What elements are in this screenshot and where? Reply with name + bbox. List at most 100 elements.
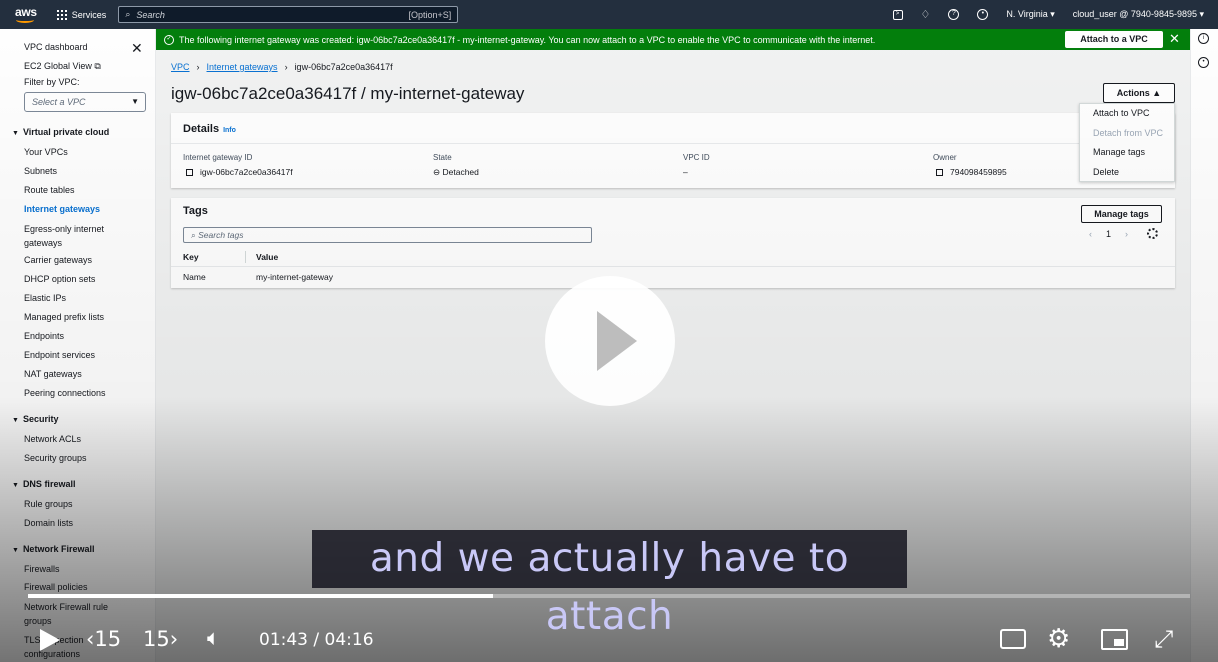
sidebar-item[interactable]: Egress-only internet gateways	[24, 222, 124, 250]
sidebar-item[interactable]: Domain lists	[24, 518, 73, 528]
chevron-right-icon: ›	[196, 62, 200, 72]
sidebar-item[interactable]: DHCP option sets	[24, 274, 95, 284]
menu-item-manage-tags[interactable]: Manage tags	[1080, 143, 1174, 163]
gateway-id-value: igw-06bc7a2ce0a36417f	[186, 167, 293, 177]
play-button[interactable]	[40, 629, 60, 651]
sidebar-item[interactable]: Elastic IPs	[24, 293, 66, 303]
grid-icon	[56, 9, 67, 20]
sidebar-item[interactable]: NAT gateways	[24, 369, 82, 379]
sidebar-item[interactable]: Route tables	[24, 185, 75, 195]
breadcrumb-current: igw-06bc7a2ce0a36417f	[294, 62, 393, 72]
play-icon[interactable]	[545, 276, 675, 406]
skip-forward-button[interactable]: 15›	[143, 627, 178, 651]
settings-icon[interactable]: •	[1198, 57, 1209, 68]
state-value: ⊖ Detached	[433, 167, 479, 178]
preferences-gear-icon[interactable]	[1147, 228, 1158, 239]
fullscreen-icon[interactable]: ⤢	[1154, 625, 1173, 653]
actions-menu: Attach to VPC Detach from VPC Manage tag…	[1079, 103, 1175, 182]
field-value: 794098459895	[950, 167, 1007, 177]
section-security[interactable]: Security	[12, 414, 59, 424]
sidebar-item[interactable]: Endpoint services	[24, 350, 95, 360]
sidebar-item-ec2-global-view[interactable]: EC2 Global View ⧉	[24, 61, 101, 72]
copy-icon[interactable]	[186, 169, 193, 176]
sidebar-item-internet-gateways[interactable]: Internet gateways	[24, 204, 100, 214]
account-menu[interactable]: cloud_user @ 7940-9845-9895 ▾	[1073, 9, 1204, 20]
sidebar-item[interactable]: Firewalls	[24, 564, 60, 574]
search-placeholder: Search tags	[198, 230, 244, 240]
video-progress-fill	[28, 594, 493, 598]
settings-gear-icon[interactable]: ⚙	[1047, 624, 1070, 654]
sidebar-item[interactable]: Your VPCs	[24, 147, 68, 157]
sidebar-item[interactable]: Peering connections	[24, 388, 106, 398]
table-cell-value: my-internet-gateway	[256, 272, 334, 282]
picture-in-picture-icon[interactable]	[1101, 629, 1128, 650]
sidebar-item[interactable]: Endpoints	[24, 331, 64, 341]
external-link-icon: ⧉	[94, 61, 101, 71]
page-title: igw-06bc7a2ce0a36417f / my-internet-gate…	[171, 84, 525, 103]
sidebar: ✕ VPC dashboard EC2 Global View ⧉ Filter…	[0, 29, 156, 662]
detached-icon: ⊖	[433, 167, 441, 177]
right-utility-panel: i •	[1190, 29, 1218, 662]
breadcrumb-vpc[interactable]: VPC	[171, 62, 190, 72]
check-circle-icon: ✓	[164, 34, 174, 45]
section-network-firewall[interactable]: Network Firewall	[12, 544, 95, 554]
aws-logo[interactable]: aws	[15, 5, 37, 25]
section-dns-firewall[interactable]: DNS firewall	[12, 479, 76, 489]
skip-back-button[interactable]: ‹15	[86, 627, 121, 651]
search-icon: ⌕	[125, 9, 131, 19]
banner-message: The following internet gateway was creat…	[179, 34, 876, 45]
cloudshell-icon[interactable]: >	[892, 9, 903, 20]
column-header-value: Value	[256, 252, 279, 262]
field-label: Internet gateway ID	[183, 153, 253, 162]
breadcrumb-internet-gateways[interactable]: Internet gateways	[207, 62, 278, 72]
search-input[interactable]: ⌕ Search [Option+S]	[118, 6, 459, 23]
menu-item-attach-to-vpc[interactable]: Attach to VPC	[1080, 104, 1174, 124]
column-header-key: Key	[183, 252, 199, 262]
sidebar-item[interactable]: Network ACLs	[24, 434, 81, 444]
tags-search-input[interactable]: ⌕ Search tags	[183, 227, 592, 243]
copy-icon[interactable]	[936, 169, 943, 176]
section-virtual-private-cloud[interactable]: Virtual private cloud	[12, 127, 109, 137]
info-link[interactable]: Info	[223, 127, 236, 134]
field-value: Detached	[442, 167, 479, 177]
services-label: Services	[71, 9, 107, 20]
sidebar-item[interactable]: Subnets	[24, 166, 57, 176]
attach-to-vpc-button[interactable]: Attach to a VPC	[1065, 31, 1163, 48]
help-icon[interactable]: ?	[948, 9, 960, 20]
details-title: Details Info	[183, 123, 236, 135]
sidebar-item[interactable]: Rule groups	[24, 499, 73, 509]
services-menu[interactable]: Services	[56, 9, 107, 20]
filter-label: Filter by VPC:	[24, 77, 80, 87]
sidebar-item[interactable]: Firewall policies	[24, 582, 88, 592]
field-label: State	[433, 153, 452, 162]
search-icon: ⌕	[191, 230, 196, 240]
bell-icon[interactable]: ♢	[921, 8, 931, 21]
field-label: VPC ID	[683, 153, 710, 162]
sidebar-item[interactable]: Network Firewall rule groups	[24, 600, 124, 628]
close-icon[interactable]: ✕	[131, 40, 143, 57]
info-icon[interactable]: i	[1198, 33, 1209, 44]
close-icon[interactable]: ✕	[1169, 31, 1180, 47]
chevron-left-icon[interactable]: ‹	[1089, 229, 1092, 239]
gear-icon[interactable]: •	[977, 9, 989, 20]
sidebar-item[interactable]: Security groups	[24, 453, 87, 463]
vpc-filter-select[interactable]: Select a VPC	[24, 92, 146, 112]
subtitles-icon[interactable]	[1000, 629, 1026, 649]
sidebar-item-vpc-dashboard[interactable]: VPC dashboard	[24, 42, 88, 52]
video-progress-bar[interactable]	[28, 594, 1190, 598]
chevron-right-icon[interactable]: ›	[1125, 229, 1128, 239]
field-label: Owner	[933, 153, 957, 162]
menu-item-delete[interactable]: Delete	[1080, 163, 1174, 183]
volume-icon[interactable]: 🔈︎	[207, 626, 220, 651]
vpc-id-value: –	[683, 167, 688, 177]
actions-button[interactable]: Actions ▲	[1103, 83, 1175, 103]
sidebar-item[interactable]: Carrier gateways	[24, 255, 92, 265]
video-time: 01:43 / 04:16	[259, 630, 374, 650]
search-placeholder: Search	[136, 9, 165, 20]
region-selector[interactable]: N. Virginia ▾	[1006, 9, 1054, 20]
page-number[interactable]: 1	[1106, 229, 1111, 239]
sidebar-item[interactable]: Managed prefix lists	[24, 312, 104, 322]
manage-tags-button[interactable]: Manage tags	[1081, 205, 1162, 223]
success-banner: ✓ The following internet gateway was cre…	[156, 29, 1190, 50]
top-navigation: aws Services ⌕ Search [Option+S] > ♢ ? •…	[0, 0, 1218, 29]
